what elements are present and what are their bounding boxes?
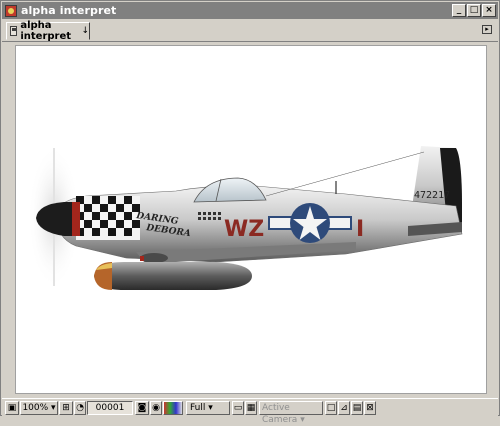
minimize-button[interactable]: _ xyxy=(452,4,466,17)
aircraft-image: DARING DEBORA WZ I 472217 xyxy=(28,145,463,290)
show-snapshot-icon[interactable]: ◉ xyxy=(150,401,162,415)
panel-menu-button[interactable]: ▸ xyxy=(482,25,492,34)
aircraft-letter: I xyxy=(356,217,364,242)
app-icon[interactable] xyxy=(5,4,17,17)
tab-label: alpha interpret xyxy=(20,20,72,42)
nose-checkerboard xyxy=(76,196,140,240)
region-of-interest-icon[interactable]: ▭ xyxy=(232,401,244,415)
title-bar[interactable]: alpha interpret _ □ × xyxy=(2,2,498,19)
squadron-code: WZ xyxy=(224,217,264,242)
tab-alpha-interpret[interactable]: alpha interpret ↓ xyxy=(6,20,90,42)
tab-close-icon[interactable]: ↓ xyxy=(81,26,89,36)
canopy xyxy=(193,177,267,203)
camera-value: Active Camera xyxy=(262,403,298,425)
resolution-value: Full xyxy=(190,403,206,413)
tail-serial: 472217 xyxy=(414,190,450,201)
tab-strip: alpha interpret ↓ ▸ xyxy=(2,19,498,42)
timecode-field[interactable]: 00001 xyxy=(87,401,133,415)
camera-dropdown[interactable]: Active Camera ▾ xyxy=(259,401,323,425)
drop-tank-large xyxy=(94,262,252,290)
view-layout-icon[interactable]: □ xyxy=(325,401,337,415)
zoom-dropdown[interactable]: 100% ▾ xyxy=(20,401,58,415)
composition-icon xyxy=(10,26,18,36)
safe-margins-icon[interactable]: ⊞ xyxy=(59,401,73,415)
drop-tank-small xyxy=(140,253,168,263)
window-controls: _ □ × xyxy=(452,4,496,17)
always-preview-icon[interactable]: ▣ xyxy=(5,401,19,415)
resolution-dropdown[interactable]: Full ▾ xyxy=(186,401,230,415)
timeline-icon[interactable]: ▤ xyxy=(351,401,363,415)
camera-icon[interactable]: ◔ xyxy=(74,401,86,415)
transparency-grid-icon[interactable]: ▦ xyxy=(245,401,257,415)
window-title: alpha interpret xyxy=(21,4,117,17)
composition-window: alpha interpret _ □ × alpha interpret ↓ … xyxy=(0,0,500,425)
snapshot-icon[interactable]: ◙ xyxy=(135,401,149,415)
viewer-footer: ▣ 100% ▾ ⊞ ◔ 00001 ◙ ◉ Full ▾ ▭ ▦ Active… xyxy=(2,398,498,425)
maximize-button[interactable]: □ xyxy=(467,4,481,17)
channels-icon[interactable] xyxy=(163,401,183,415)
composition-viewer[interactable]: DARING DEBORA WZ I 472217 xyxy=(15,45,487,394)
close-button[interactable]: × xyxy=(482,4,496,17)
zoom-value: 100% xyxy=(22,403,49,413)
pixel-aspect-icon[interactable]: ⊿ xyxy=(338,401,350,415)
flowchart-icon[interactable]: ⊠ xyxy=(364,401,376,415)
